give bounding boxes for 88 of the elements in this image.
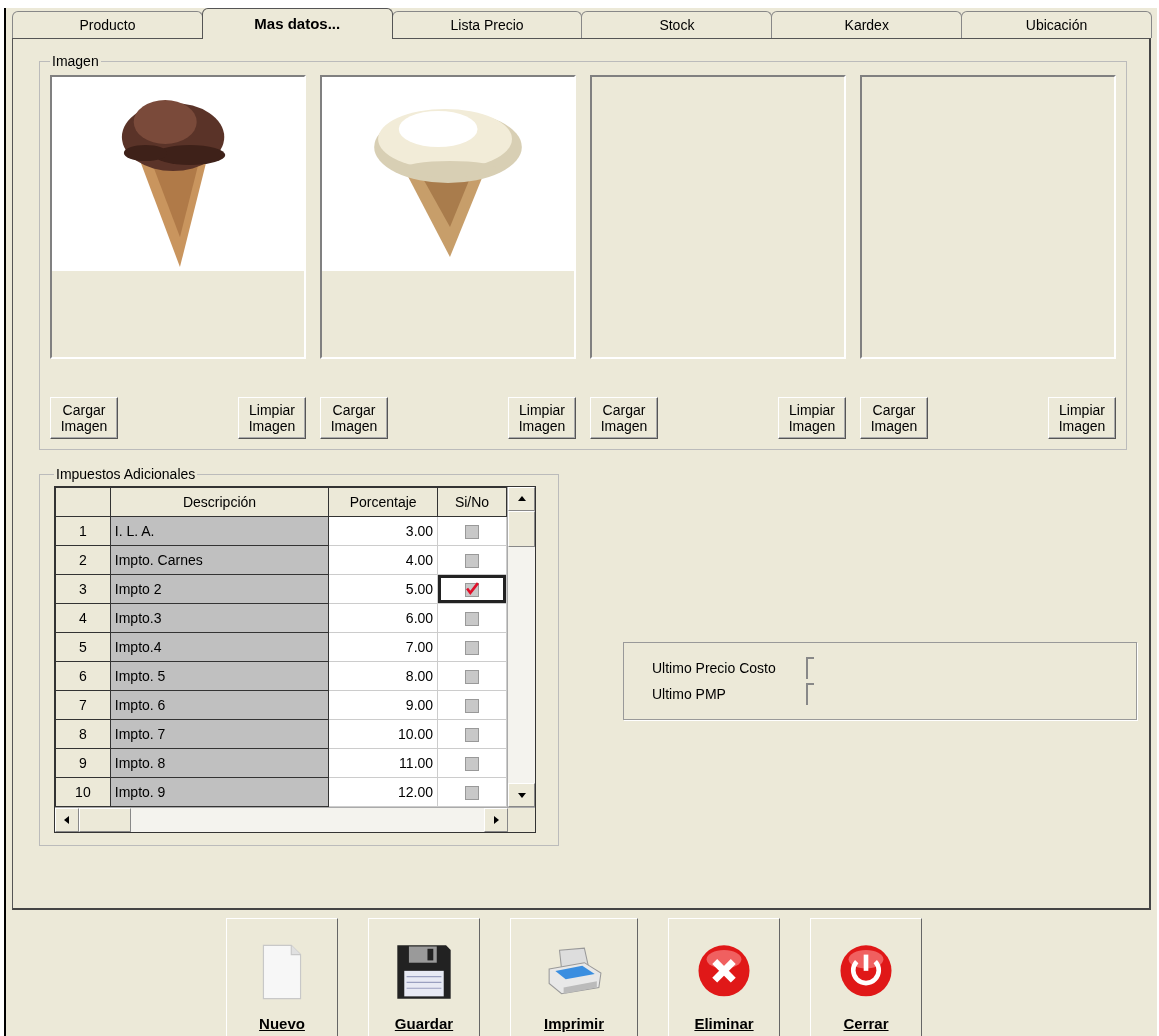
tab[interactable]: Ubicación — [961, 11, 1152, 38]
table-cell: 6.00 — [328, 603, 438, 633]
column-header[interactable]: Porcentaje — [328, 487, 438, 517]
checkbox[interactable] — [465, 670, 480, 685]
table-cell: 12.00 — [328, 777, 438, 807]
checkbox-cell[interactable] — [437, 632, 507, 662]
table-cell: Impto. 9 — [110, 777, 329, 807]
table-cell: Impto.3 — [110, 603, 329, 633]
checkbox[interactable] — [465, 583, 480, 598]
checkbox-cell[interactable] — [437, 777, 507, 807]
tab[interactable]: Producto — [12, 11, 203, 38]
table-cell: Impto.4 — [110, 632, 329, 662]
row-number: 7 — [55, 690, 111, 720]
table-cell: Impto 2 — [110, 574, 329, 604]
image-button[interactable]: Cargar Imagen — [590, 397, 658, 439]
checkbox[interactable] — [465, 786, 480, 801]
column-header[interactable]: Descripción — [110, 487, 329, 517]
image-button[interactable]: Cargar Imagen — [320, 397, 388, 439]
table-cell: 3.00 — [328, 516, 438, 546]
image-button[interactable]: Limpiar Imagen — [1048, 397, 1116, 439]
toolbar-button[interactable]: Cerrar — [810, 918, 922, 1036]
group-title: Imagen — [51, 53, 100, 69]
tab[interactable]: Mas datos... — [201, 8, 393, 39]
checkbox[interactable] — [465, 728, 480, 743]
row-number: 2 — [55, 545, 111, 575]
table-cell: Impto. 7 — [110, 719, 329, 749]
checkbox[interactable] — [465, 554, 480, 569]
checkbox-cell[interactable] — [437, 516, 507, 546]
row-number: 5 — [55, 632, 111, 662]
table-cell: 10.00 — [328, 719, 438, 749]
row-number: 1 — [55, 516, 111, 546]
table-cell: 5.00 — [328, 574, 438, 604]
image-button[interactable]: Limpiar Imagen — [778, 397, 846, 439]
table-cell: Impto. 8 — [110, 748, 329, 778]
table-cell: 11.00 — [328, 748, 438, 778]
scroll-up-icon[interactable] — [517, 495, 526, 504]
row-number: 6 — [55, 661, 111, 691]
scroll-thumb[interactable] — [508, 511, 535, 547]
row-number: 3 — [55, 574, 111, 604]
row-number: 4 — [55, 603, 111, 633]
checkbox[interactable] — [465, 757, 480, 772]
field-label: Ultimo Precio Costo — [652, 660, 777, 676]
checkbox[interactable] — [465, 612, 480, 627]
row-number: 10 — [55, 777, 111, 807]
checkbox[interactable] — [465, 641, 480, 656]
scroll-button[interactable] — [484, 808, 508, 832]
scroll-right-icon[interactable] — [492, 816, 500, 825]
value-field[interactable] — [806, 683, 814, 705]
checkbox-cell[interactable] — [437, 574, 507, 604]
checkbox-cell[interactable] — [437, 690, 507, 720]
vertical-scrollbar[interactable] — [507, 487, 535, 807]
table-cell: Impto. 5 — [110, 661, 329, 691]
value-field[interactable] — [806, 657, 814, 679]
checkbox-cell[interactable] — [437, 719, 507, 749]
row-number: 8 — [55, 719, 111, 749]
scroll-button[interactable] — [508, 487, 535, 511]
table-cell: Impto. Carnes — [110, 545, 329, 575]
image-button[interactable]: Limpiar Imagen — [238, 397, 306, 439]
checkbox-cell[interactable] — [437, 545, 507, 575]
image-button[interactable]: Cargar Imagen — [860, 397, 928, 439]
toolbar-button[interactable]: Nuevo — [226, 918, 338, 1036]
toolbar-button[interactable]: Guardar — [368, 918, 480, 1036]
checkbox[interactable] — [465, 699, 480, 714]
table-cell: 7.00 — [328, 632, 438, 662]
checkbox-cell[interactable] — [437, 603, 507, 633]
image-button[interactable]: Cargar Imagen — [50, 397, 118, 439]
checkbox[interactable] — [465, 525, 480, 540]
toolbar-button[interactable]: Eliminar — [668, 918, 780, 1036]
scroll-thumb[interactable] — [79, 808, 131, 832]
table-cell: 9.00 — [328, 690, 438, 720]
table-cell: 4.00 — [328, 545, 438, 575]
image-button[interactable]: Limpiar Imagen — [508, 397, 576, 439]
scrollbar-corner — [508, 808, 535, 832]
checkbox-cell[interactable] — [437, 748, 507, 778]
scroll-left-icon[interactable] — [63, 816, 71, 825]
table-cell: 8.00 — [328, 661, 438, 691]
toolbar-button[interactable]: Imprimir — [510, 918, 638, 1036]
group-title: Impuestos Adicionales — [55, 466, 197, 482]
field-label: Ultimo PMP — [652, 686, 727, 702]
table-cell: I. L. A. — [110, 516, 329, 546]
scroll-button[interactable] — [55, 808, 79, 832]
checkbox-cell[interactable] — [437, 661, 507, 691]
horizontal-scrollbar[interactable] — [55, 807, 535, 832]
scroll-button[interactable] — [508, 783, 535, 807]
row-number: 9 — [55, 748, 111, 778]
scroll-down-icon[interactable] — [517, 791, 526, 800]
table-cell: Impto. 6 — [110, 690, 329, 720]
column-header[interactable]: Si/No — [437, 487, 507, 517]
